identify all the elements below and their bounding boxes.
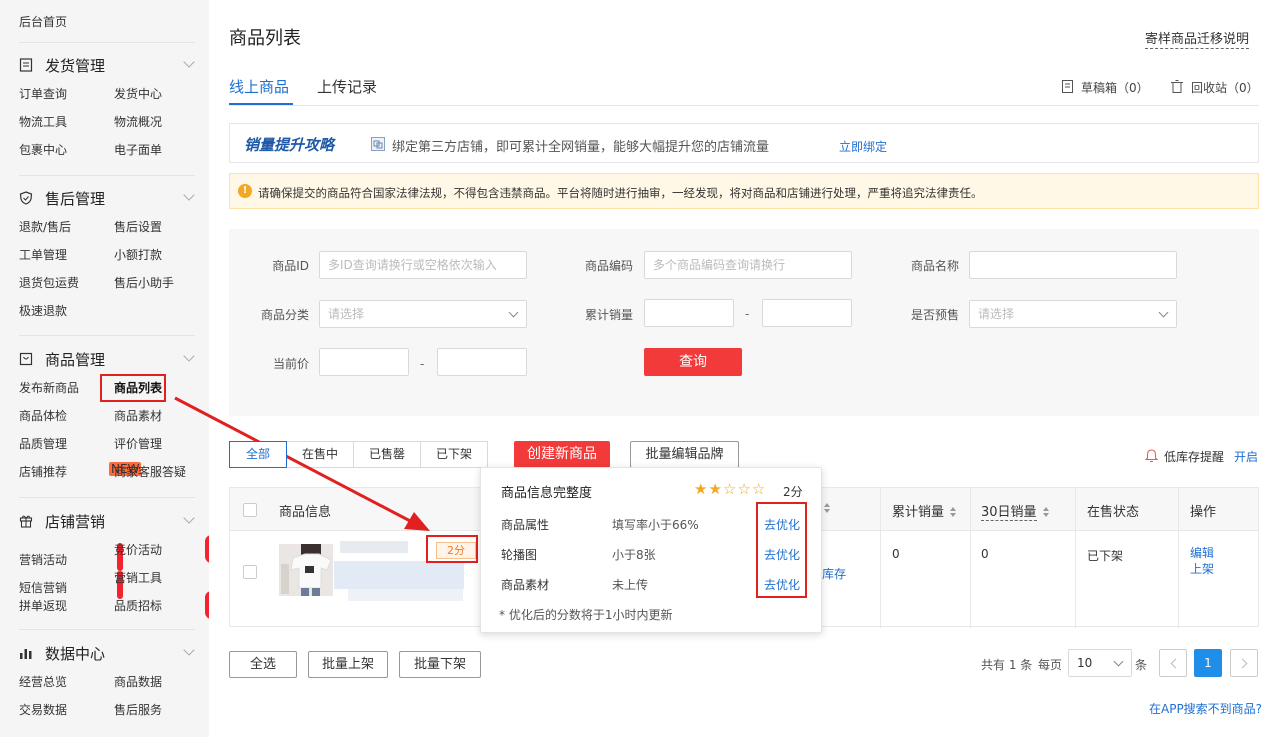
metric-desc: 填写率小于66% [612,518,699,532]
star-rating: ★★☆☆☆ [694,480,766,498]
popover-score: 2分 [783,485,803,499]
metric-name: 商品素材 [501,578,550,592]
star-filled-icon: ★ [694,480,709,498]
star-empty-icon: ☆ [751,480,767,498]
status-tab-all[interactable]: 全部 [229,441,287,468]
metric-desc: 小于8张 [612,548,656,562]
popover-title: 商品信息完整度 [501,486,593,501]
metric-name: 轮播图 [501,548,538,562]
metric-name: 商品属性 [501,518,550,532]
annotation-highlight-box [756,502,807,598]
star-empty-icon: ☆ [737,480,752,498]
metric-desc: 未上传 [612,578,649,592]
star-filled-icon: ★ [708,480,723,498]
star-empty-icon: ☆ [722,480,738,498]
popover-note: * 优化后的分数将于1小时内更新 [499,608,673,622]
